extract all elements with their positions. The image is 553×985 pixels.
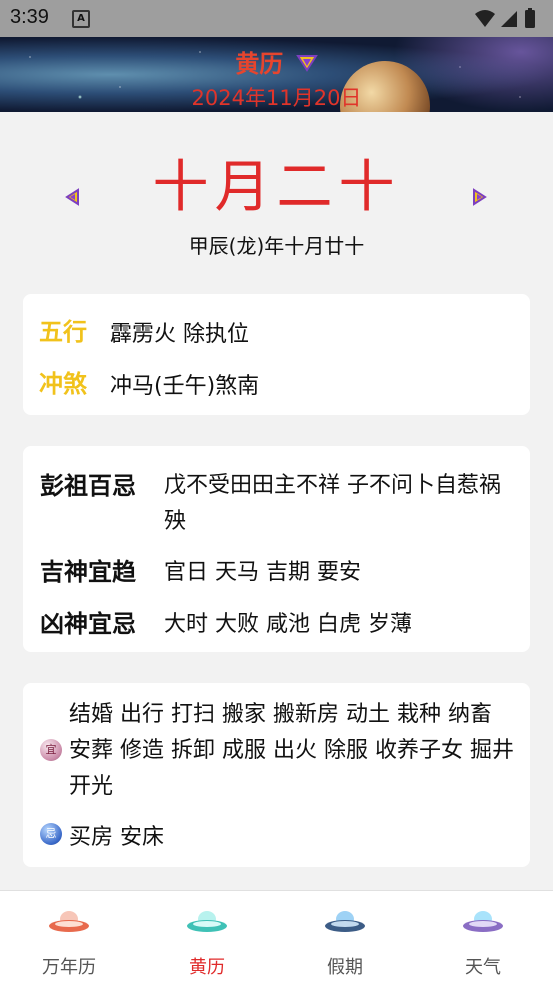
ji-badge-icon: 忌 [40, 823, 62, 845]
ufo-red-icon [49, 911, 89, 932]
next-day-arrow-icon[interactable] [470, 188, 488, 206]
pengzu-label: 彭祖百忌 [40, 472, 136, 500]
tab-jiaqi[interactable]: 假期 [276, 891, 414, 985]
prev-day-arrow-icon[interactable] [64, 188, 82, 206]
signal-battery-icon [475, 8, 535, 28]
shen-card: 彭祖百忌 戊不受田田主不祥 子不问卜自惹祸殃 吉神宜趋 官日 天马 吉期 要安 … [23, 446, 530, 652]
page-title-text: 黄历 [235, 50, 284, 78]
tab-wannianli[interactable]: 万年历 [0, 891, 138, 985]
notification-icon: A [72, 10, 90, 28]
tab-tianqi[interactable]: 天气 [414, 891, 552, 985]
xiongshen-label: 凶神宜忌 [40, 610, 136, 638]
ufo-teal-icon [187, 911, 227, 932]
pengzu-value: 戊不受田田主不祥 子不问卜自惹祸殃 [164, 473, 501, 534]
ufo-purple-icon [463, 911, 503, 932]
status-icons [473, 8, 543, 34]
status-bar: 3:39 A [0, 0, 553, 37]
hero-banner: 黄历 2024年11月20日 [0, 37, 553, 112]
lunar-date-full: 甲辰(龙)年十月廿十 [188, 234, 365, 258]
wuxing-label: 五行 [39, 318, 87, 346]
tab-label: 假期 [327, 957, 363, 978]
ufo-blue-icon [325, 911, 365, 932]
chongsha-label: 冲煞 [39, 370, 87, 398]
yiji-card: 结婚 出行 打扫 搬家 搬新房 动土 栽种 纳畜 安葬 修造 拆卸 成服 出火 … [23, 683, 530, 867]
jishen-value: 官日 天马 吉期 要安 [164, 560, 361, 585]
tab-label: 万年历 [42, 957, 96, 978]
ji-value: 买房 安床 [69, 825, 164, 850]
yi-value: 结婚 出行 打扫 搬家 搬新房 动土 栽种 纳畜 安葬 修造 拆卸 成服 出火 … [69, 702, 514, 799]
status-time: 3:39 [10, 6, 49, 28]
dropdown-icon[interactable] [295, 51, 318, 79]
bottom-tab-bar: 万年历 黄历 假期 天气 [0, 890, 553, 985]
tab-label: 天气 [465, 957, 501, 978]
page-title[interactable]: 黄历 [0, 44, 553, 79]
xiongshen-value: 大时 大败 咸池 白虎 岁薄 [164, 612, 412, 637]
yi-badge-icon: 宜 [40, 739, 62, 761]
chongsha-value: 冲马(壬午)煞南 [110, 374, 260, 399]
wuxing-card: 五行 霹雳火 除执位 冲煞 冲马(壬午)煞南 [23, 294, 530, 415]
lunar-date-block: 十月二十 甲辰(龙)年十月廿十 [0, 112, 553, 287]
selected-date[interactable]: 2024年11月20日 [0, 82, 553, 112]
tab-label: 黄历 [189, 957, 225, 978]
wuxing-value: 霹雳火 除执位 [110, 322, 249, 347]
lunar-date-large: 十月二十 [152, 155, 401, 220]
tab-huangli[interactable]: 黄历 [138, 891, 276, 985]
jishen-label: 吉神宜趋 [40, 558, 136, 586]
